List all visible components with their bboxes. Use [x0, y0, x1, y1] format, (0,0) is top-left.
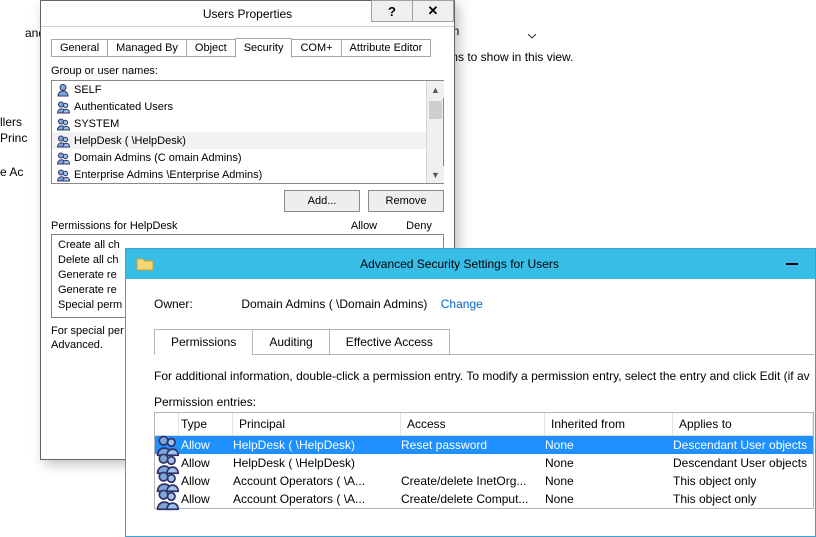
list-item-label: HelpDesk ( \HelpDesk) [74, 135, 186, 147]
chevron-down-icon[interactable] [528, 28, 536, 42]
adv-title: Advanced Security Settings for Users [164, 257, 815, 271]
cell-type: Allow [179, 474, 233, 488]
col-inherited[interactable]: Inherited from [545, 413, 673, 435]
list-item[interactable]: SELF [52, 81, 426, 98]
scroll-down-icon[interactable]: ▼ [427, 166, 444, 183]
bg-noitems: ms to show in this view. [448, 50, 573, 64]
bg-text: e Ac [0, 165, 23, 179]
col-type[interactable]: Type [179, 413, 233, 435]
list-item-label: SYSTEM [74, 118, 119, 130]
group-icon [56, 117, 70, 131]
scroll-up-icon[interactable]: ▲ [427, 81, 444, 98]
tab-managedby[interactable]: Managed By [107, 39, 187, 57]
cell-access: Create/delete Comput... [401, 492, 545, 506]
cell-principal: HelpDesk ( \HelpDesk) [233, 456, 401, 470]
col-principal[interactable]: Principal [233, 413, 401, 435]
remove-button[interactable]: Remove [368, 190, 444, 212]
permission-entries-grid[interactable]: Type Principal Access Inherited from App… [154, 412, 814, 509]
group-icon [56, 134, 70, 148]
cell-inherited: None [545, 456, 673, 470]
owner-label: Owner: [154, 297, 238, 311]
adv-titlebar[interactable]: Advanced Security Settings for Users [126, 249, 815, 279]
cell-principal: Account Operators ( \A... [233, 492, 401, 506]
group-listbox[interactable]: SELF Authenticated Users SYSTEM HelpDesk ( … [51, 80, 444, 184]
cell-applies: This object only [673, 474, 813, 488]
list-item-label: Enterprise Admins \Enterprise Admins) [74, 169, 262, 181]
list-item[interactable]: Enterprise Admins \Enterprise Admins) [52, 166, 426, 183]
grid-header[interactable]: Type Principal Access Inherited from App… [155, 413, 813, 436]
group-icon [56, 151, 70, 165]
dialog-titlebar[interactable]: Users Properties ? ✕ [41, 1, 454, 27]
col-access[interactable]: Access [401, 413, 545, 435]
person-icon [56, 83, 70, 97]
table-row[interactable]: AllowAccount Operators ( \A...Create/del… [155, 472, 813, 490]
dialog-close-button[interactable]: ✕ [412, 0, 454, 22]
scrollbar[interactable]: ▲ ▼ [426, 81, 443, 183]
cell-access: Reset password [401, 438, 545, 452]
adv-tab-permissions[interactable]: Permissions [154, 329, 253, 355]
group-label: Group or user names: [51, 65, 444, 77]
tab-complus[interactable]: COM+ [291, 39, 341, 57]
list-item-label: Domain Admins (C omain Admins) [74, 152, 242, 164]
table-row[interactable]: AllowHelpDesk ( \HelpDesk)Reset password… [155, 436, 813, 454]
adv-note: For additional information, double-click… [154, 369, 815, 383]
cell-applies: This object only [673, 492, 813, 506]
cell-type: Allow [179, 456, 233, 470]
tab-object[interactable]: Object [186, 39, 236, 57]
cell-principal: Account Operators ( \A... [233, 474, 401, 488]
bg-text: Princ [0, 131, 27, 145]
owner-value: Domain Admins ( \Domain Admins) [241, 297, 427, 311]
cell-access: Create/delete InetOrg... [401, 474, 545, 488]
cell-inherited: None [545, 438, 673, 452]
adv-tab-effective[interactable]: Effective Access [329, 329, 450, 355]
list-item[interactable]: HelpDesk ( \HelpDesk) [52, 132, 426, 149]
tab-strip: General Managed By Object Security COM+ … [51, 35, 444, 57]
entries-label: Permission entries: [154, 395, 815, 409]
dialog-help-button[interactable]: ? [371, 0, 413, 22]
scroll-thumb[interactable] [429, 101, 442, 119]
list-item[interactable]: Authenticated Users [52, 98, 426, 115]
tab-attributeeditor[interactable]: Attribute Editor [341, 39, 432, 57]
tab-security[interactable]: Security [235, 38, 293, 58]
add-button[interactable]: Add... [284, 190, 360, 212]
group-icon [56, 100, 70, 114]
folder-icon [136, 256, 154, 272]
cell-inherited: None [545, 474, 673, 488]
adv-tab-auditing[interactable]: Auditing [252, 329, 329, 355]
cell-type: Allow [179, 438, 233, 452]
col-deny: Deny [394, 220, 444, 232]
list-item[interactable]: Domain Admins (C omain Admins) [52, 149, 426, 166]
advanced-security-window: Advanced Security Settings for Users Own… [125, 248, 816, 537]
table-row[interactable]: AllowHelpDesk ( \HelpDesk) NoneDescendant… [155, 454, 813, 472]
group-icon [155, 487, 179, 511]
cell-applies: Descendant User objects [673, 456, 813, 470]
col-allow: Allow [334, 220, 394, 232]
tab-general[interactable]: General [51, 39, 108, 57]
bg-text: llers [0, 115, 22, 129]
group-icon [56, 168, 70, 182]
list-item-label: SELF [74, 84, 102, 96]
list-item[interactable]: SYSTEM [52, 115, 426, 132]
minimize-button[interactable] [769, 249, 815, 279]
cell-principal: HelpDesk ( \HelpDesk) [233, 438, 401, 452]
cell-applies: Descendant User objects [673, 438, 813, 452]
col-applies[interactable]: Applies to [673, 413, 813, 435]
change-owner-link[interactable]: Change [441, 297, 483, 311]
list-item-label: Authenticated Users [74, 101, 173, 113]
table-row[interactable]: AllowAccount Operators ( \A...Create/del… [155, 490, 813, 508]
cell-inherited: None [545, 492, 673, 506]
permissions-for-label: Permissions for HelpDesk [51, 220, 334, 232]
cell-type: Allow [179, 492, 233, 506]
